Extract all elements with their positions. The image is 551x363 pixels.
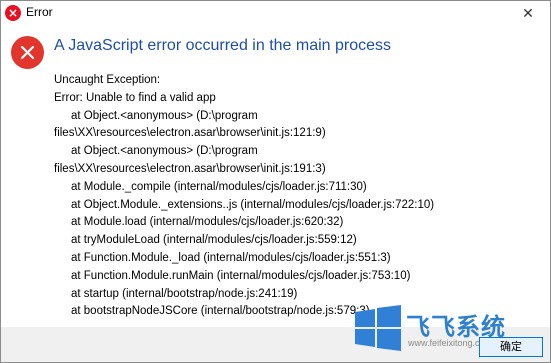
error-icon: ×: [5, 5, 21, 21]
message-line: at Function.Module.runMain (internal/mod…: [71, 269, 411, 282]
error-dialog: × Error ✕ A JavaScript error occurred in…: [0, 0, 551, 363]
message-line: at tryModuleLoad (internal/modules/cjs/l…: [71, 234, 357, 247]
message-line: at Module._compile (internal/modules/cjs…: [71, 180, 367, 193]
message-line: Error: Unable to find a valid app: [54, 91, 216, 104]
error-icon: [11, 36, 44, 69]
window-title: Error: [26, 5, 53, 19]
message-line: Uncaught Exception:: [54, 74, 161, 86]
error-heading: A JavaScript error occurred in the main …: [54, 37, 392, 54]
error-message: Uncaught Exception: Error: Unable to find…: [54, 72, 544, 321]
message-line: at startup (internal/bootstrap/node.js:2…: [71, 287, 298, 300]
close-icon: ✕: [522, 6, 534, 22]
message-line: at Function.Module._load (internal/modul…: [71, 251, 391, 264]
message-line: files\XX\resources\electron.asar\browser…: [54, 162, 326, 175]
message-line: files\XX\resources\electron.asar\browser…: [54, 127, 326, 140]
message-line: at Object.<anonymous> (D:\program: [71, 109, 258, 122]
title-bar: × Error ✕: [1, 1, 550, 27]
message-line: at Object.Module._extensions..js (intern…: [71, 198, 435, 211]
close-button[interactable]: ✕: [506, 1, 550, 27]
message-line: at Object.<anonymous> (D:\program: [71, 145, 258, 158]
windows-logo-icon: [353, 305, 403, 351]
message-line: at Module.load (internal/modules/cjs/loa…: [71, 216, 344, 229]
ok-button[interactable]: 确定: [479, 337, 543, 357]
